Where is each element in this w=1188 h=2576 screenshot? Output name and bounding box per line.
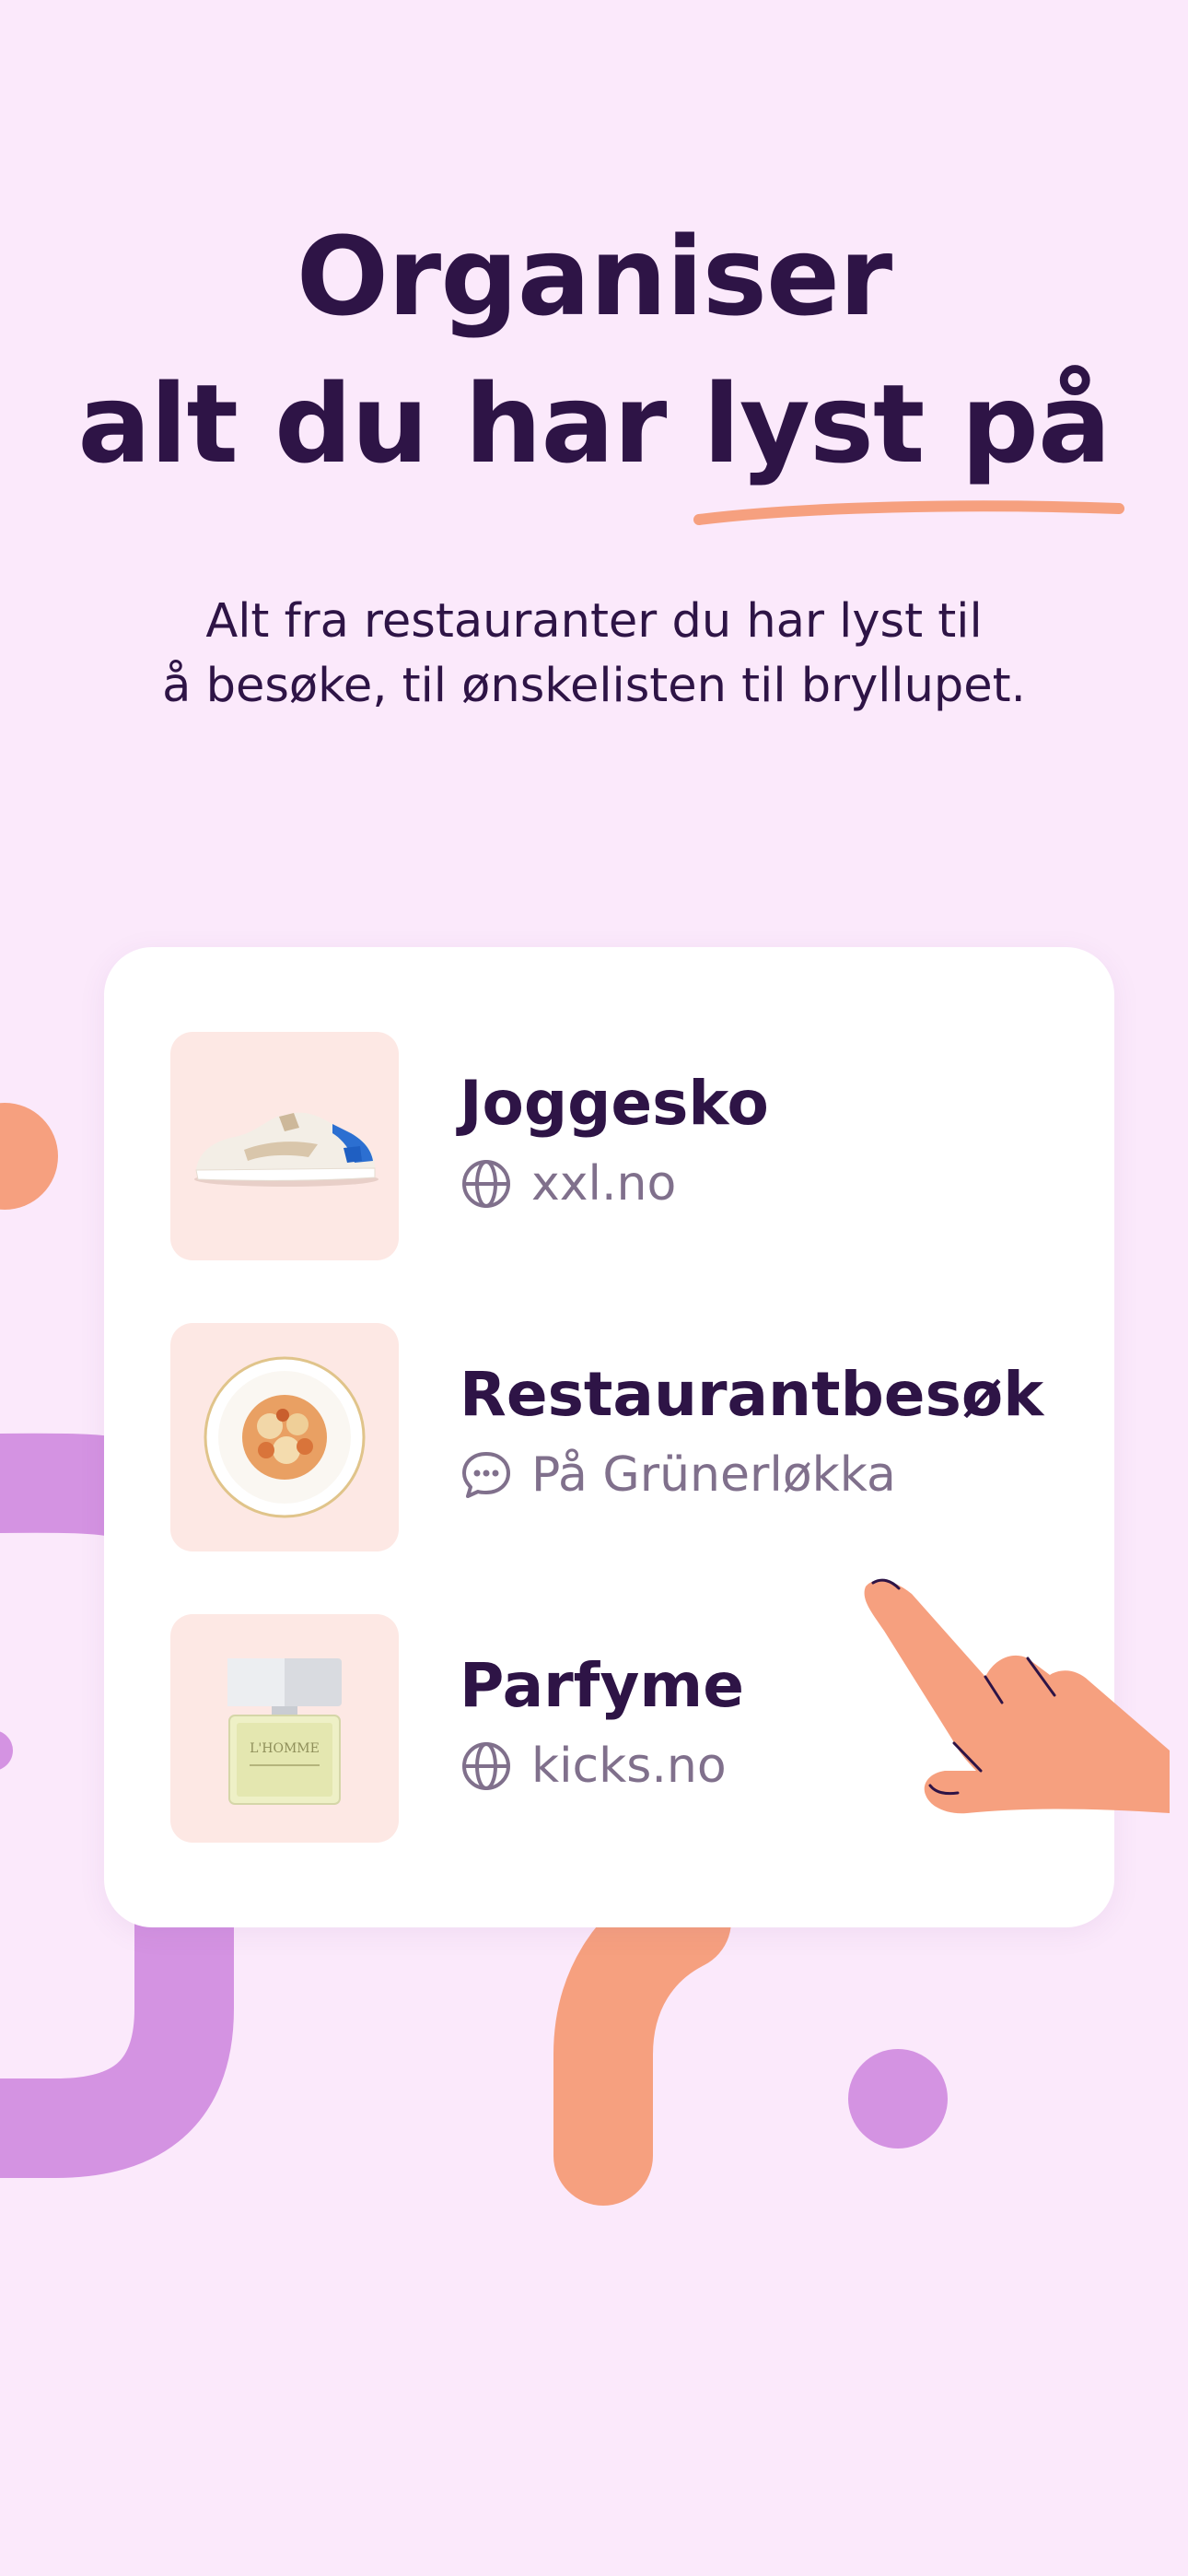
perfume-bottle-image: L'HOMME <box>227 1658 342 1805</box>
sneaker-thumbnail <box>170 1032 399 1260</box>
chat-bubble-icon <box>462 1452 510 1498</box>
item-subtitle-row: På Grünerløkka <box>460 1443 896 1507</box>
headline-line-1: Organiser <box>296 213 893 340</box>
orange-hook <box>553 1871 731 2206</box>
item-title: Joggesko <box>460 1068 769 1139</box>
purple-dot-far-left <box>0 1731 13 1770</box>
subtitle-line-1: Alt fra restauranter du har lyst til <box>205 594 983 649</box>
item-title: Parfyme <box>460 1650 744 1721</box>
headline-line-2-prefix: alt du har <box>77 360 704 487</box>
list-item-joggesko[interactable]: Joggesko xxl.no <box>170 1032 1054 1260</box>
item-subtitle-row: kicks.no <box>460 1734 727 1798</box>
item-subtitle: kicks.no <box>531 1739 727 1794</box>
headline-highlight: lyst på <box>693 350 1125 525</box>
pasta-plate-image <box>204 1356 366 1518</box>
headline-line-2: alt du har lyst på <box>0 350 1188 525</box>
purple-dot-right <box>848 2049 948 2149</box>
highlight-underline <box>693 500 1125 525</box>
globe-icon <box>462 1742 510 1790</box>
globe-icon <box>462 1160 510 1208</box>
orange-dot-left <box>0 1103 58 1210</box>
perfume-label: L'HOMME <box>250 1741 320 1756</box>
subtitle: Alt fra restauranter du har lyst til å b… <box>0 590 1188 719</box>
pointing-hand-illustration <box>864 1578 1170 1814</box>
perfume-thumbnail: L'HOMME <box>170 1614 399 1843</box>
list-item-restaurantbesok[interactable]: Restaurantbesøk På Grünerløkka <box>170 1323 1054 1551</box>
item-subtitle: xxl.no <box>531 1156 677 1212</box>
subtitle-line-2: å besøke, til ønskelisten til bryllupet. <box>162 659 1026 713</box>
sneaker-image <box>194 1112 379 1187</box>
item-subtitle: På Grünerløkka <box>531 1447 896 1503</box>
headline: Organiser alt du har lyst på <box>0 203 1188 525</box>
item-subtitle-row: xxl.no <box>460 1152 676 1216</box>
headline-highlight-text: lyst på <box>703 360 1111 487</box>
pasta-thumbnail <box>170 1323 399 1551</box>
item-title: Restaurantbesøk <box>460 1359 1044 1430</box>
